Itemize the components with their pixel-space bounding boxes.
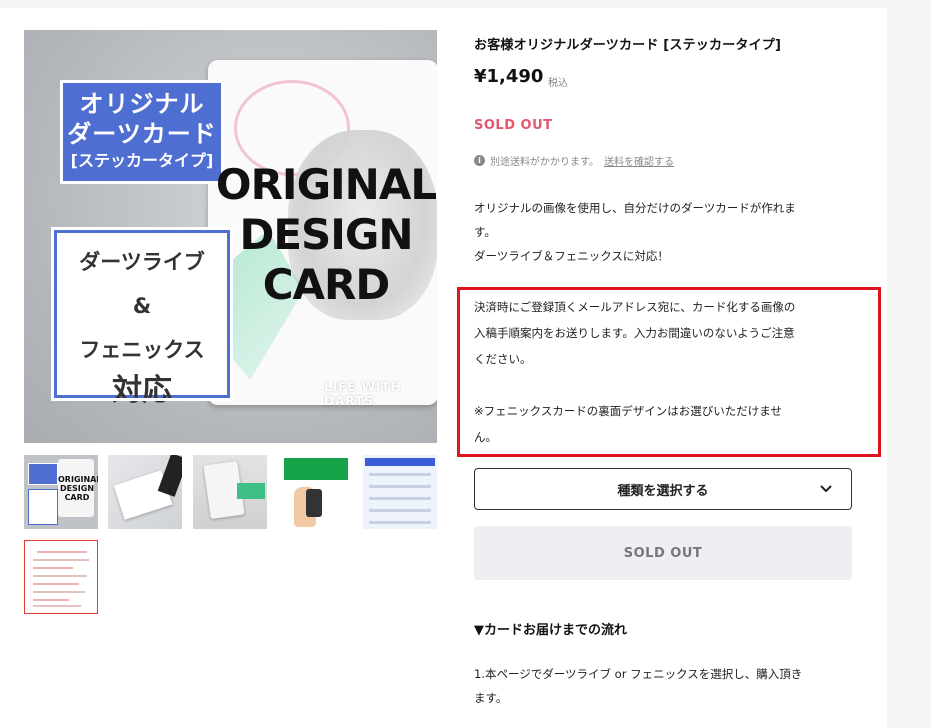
notice-line: 決済時にご登録頂くメールアドレス宛に、カード化する画像の — [474, 300, 796, 314]
thumbnail-line — [33, 583, 79, 585]
big-line1: ORIGINAL — [215, 160, 437, 209]
thumb-big3: CARD — [64, 493, 90, 502]
image-title-line1: オリジナル — [79, 90, 205, 118]
shipping-info: i 別途送料がかかります。 送料を確認する — [474, 153, 674, 168]
thumbnail-row — [369, 473, 431, 476]
notice-line: ※フェニックスカードの裏面デザインはお選びいただけませ — [474, 404, 782, 418]
image-title-line3: [ステッカータイプ] — [70, 151, 214, 170]
thumbnail-row — [369, 521, 431, 524]
thumbnail-line — [33, 575, 87, 577]
compat-line1: ダーツライブ — [79, 250, 205, 274]
description-line: す。 — [474, 225, 496, 239]
flow-step-line: ます。 — [474, 691, 508, 705]
thumbnail-line — [37, 551, 87, 553]
image-big-text: ORIGINAL DESIGN CARD — [204, 160, 437, 310]
shipping-link[interactable]: 送料を確認する — [604, 153, 674, 168]
thumbnail-row — [369, 497, 431, 500]
thumb-big2: DESIGN — [59, 484, 95, 493]
product-price: ¥1,490 — [474, 66, 544, 87]
thumbnail-2[interactable] — [108, 455, 182, 529]
image-title-box: オリジナル ダーツカード [ステッカータイプ] — [60, 80, 224, 184]
image-title-line2: ダーツカード — [67, 120, 217, 148]
thumbnail-bg — [363, 455, 437, 529]
thumb-big1: ORIGINAL — [58, 475, 98, 484]
big-line3: CARD — [262, 260, 391, 309]
thumbnail-banner — [284, 458, 348, 480]
notice-line: ください。 — [474, 352, 532, 366]
notice-line: ん。 — [474, 430, 497, 444]
thumbnail-5[interactable] — [363, 455, 437, 529]
thumbnail-row — [369, 509, 431, 512]
thumbnail-compat-box — [28, 489, 58, 525]
notice-line: 入稿手順案内をお送りします。入力お間違いのないようご注意 — [474, 326, 795, 340]
flow-step-line: 1.本ページでダーツライブ or フェニックスを選択し、購入頂き — [474, 667, 803, 681]
thumbnail-label — [237, 483, 265, 499]
variant-select-label: 種類を選択する — [617, 483, 709, 499]
thumbnail-6[interactable] — [24, 540, 98, 614]
main-product-image[interactable]: オリジナル ダーツカード [ステッカータイプ] ダーツライブ & フェニックス … — [24, 30, 437, 443]
brand-watermark: LIFE WITH DARTS — [324, 380, 402, 408]
thumbnail-text: ORIGINAL DESIGN CARD — [58, 475, 98, 502]
thumbnail-4[interactable] — [278, 455, 352, 529]
thumbnail-row — [369, 485, 431, 488]
compat-line2: & — [132, 294, 152, 318]
delivery-flow-steps: 1.本ページでダーツライブ or フェニックスを選択し、購入頂き ます。 — [474, 662, 854, 710]
info-icon: i — [474, 155, 485, 166]
sold-out-button[interactable]: SOLD OUT — [474, 526, 852, 580]
variant-select[interactable]: 種類を選択する — [474, 468, 852, 510]
thumbnail-line — [33, 599, 69, 601]
thumbnail-phone — [306, 489, 322, 517]
thumbnail-3[interactable] — [193, 455, 267, 529]
description-line: ダーツライブ＆フェニックスに対応！ — [474, 249, 669, 263]
thumbnail-header — [365, 458, 435, 466]
description-line: オリジナルの画像を使用し、自分だけのダーツカードが作れま — [474, 201, 796, 215]
delivery-flow-heading: ▼カードお届けまでの流れ — [474, 623, 627, 638]
product-description: オリジナルの画像を使用し、自分だけのダーツカードが作れま す。 ダーツライブ＆フ… — [474, 196, 854, 268]
chevron-down-icon — [820, 485, 832, 493]
notice-line — [474, 372, 854, 398]
compat-line4: 対応 — [112, 373, 172, 408]
shipping-text: 別途送料がかかります。 — [490, 157, 599, 168]
thumbnail-title-box — [28, 463, 58, 485]
thumbnail-1[interactable]: ORIGINAL DESIGN CARD — [24, 455, 98, 529]
thumbnail-line — [33, 605, 81, 607]
thumbnail-line — [33, 559, 89, 561]
big-line2: DESIGN — [239, 210, 413, 259]
compat-line3: フェニックス — [79, 338, 205, 362]
thumbnail-line — [33, 591, 85, 593]
product-title: お客様オリジナルダーツカード [ステッカータイプ] — [474, 38, 782, 53]
sold-out-status: SOLD OUT — [474, 118, 553, 133]
thumbnail-line — [33, 567, 73, 569]
purchase-notice: 決済時にご登録頂くメールアドレス宛に、カード化する画像の 入稿手順案内をお送りし… — [474, 294, 854, 450]
tax-label: 税込 — [548, 78, 568, 89]
